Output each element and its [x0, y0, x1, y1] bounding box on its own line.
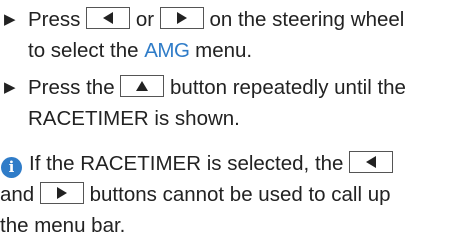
step-text: Press the	[28, 76, 115, 99]
info-icon: i	[1, 157, 22, 178]
step-show-racetimer: ▶ Press the button repeatedly until the …	[0, 72, 460, 134]
step-text: button repeatedly until the	[170, 76, 406, 99]
right-triangle-icon	[56, 187, 67, 199]
up-triangle-icon	[136, 81, 149, 91]
note-text: and	[0, 183, 35, 206]
amg-menu-label: AMG	[144, 39, 190, 62]
step-text: Press	[28, 8, 81, 31]
step-line: RACETIMER is shown.	[28, 107, 240, 130]
step-line: to select the AMG menu.	[28, 35, 460, 66]
note-text: If the RACETIMER is selected, the	[29, 152, 344, 175]
bullet-arrow: ▶	[4, 79, 16, 96]
note-line: and buttons cannot be used to call up	[0, 179, 460, 210]
left-triangle-icon	[103, 12, 114, 24]
bullet-arrow: ▶	[4, 11, 16, 28]
step-text: on the steering wheel	[209, 8, 405, 31]
step-select-amg-menu: ▶ Press or on the steering wheel to sele…	[0, 4, 460, 66]
step-text: or	[135, 8, 155, 31]
left-arrow-key-icon	[349, 151, 394, 173]
note-line: the menu bar.	[0, 214, 126, 237]
left-arrow-key-icon	[86, 7, 131, 29]
step-line: Press the button repeatedly until the	[28, 72, 460, 103]
note-text: buttons cannot be used to call up	[89, 183, 391, 206]
left-triangle-icon	[366, 156, 377, 168]
step-line: Press or on the steering wheel	[28, 4, 460, 35]
step-text: menu.	[195, 39, 253, 62]
note-line: i If the RACETIMER is selected, the	[0, 148, 460, 179]
right-triangle-icon	[176, 12, 187, 24]
info-note: i If the RACETIMER is selected, the and b…	[0, 148, 460, 241]
up-arrow-key-icon	[120, 75, 165, 97]
right-arrow-key-icon	[39, 182, 84, 204]
right-arrow-key-icon	[159, 7, 204, 29]
step-text: to select the	[28, 39, 139, 62]
